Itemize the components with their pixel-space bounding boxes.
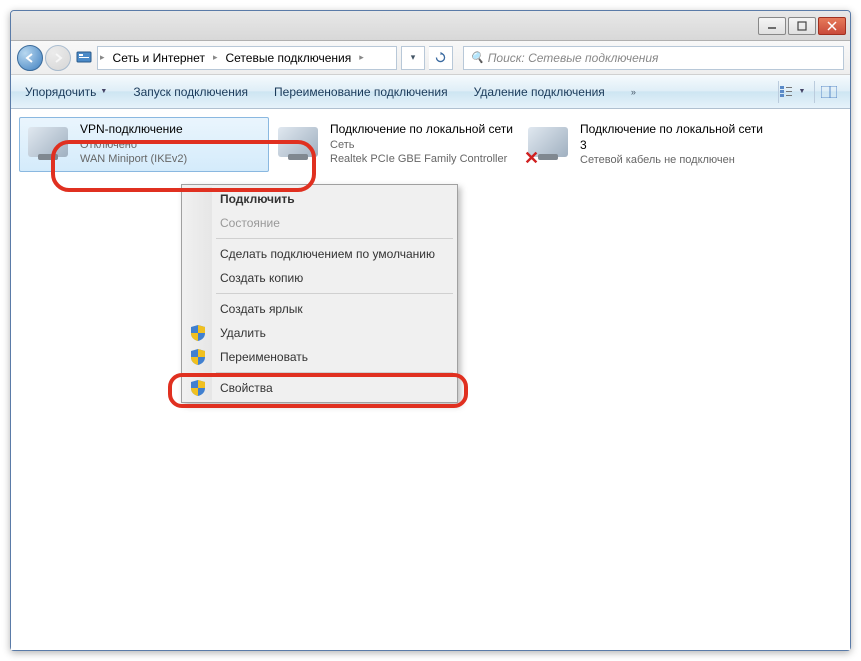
connection-title: Подключение по локальной сети [330,122,513,138]
nav-buttons [17,45,71,71]
shield-icon [191,349,205,365]
back-button[interactable] [17,45,43,71]
refresh-button[interactable] [429,46,453,70]
navbar: ▸ Сеть и Интернет ▸ Сетевые подключения … [11,41,850,75]
chevron-down-icon: ▼ [100,88,107,95]
menu-set-default[interactable]: Сделать подключением по умолчанию [184,242,455,266]
breadcrumb[interactable]: ▸ Сеть и Интернет ▸ Сетевые подключения … [97,46,397,70]
connection-title: Подключение по локальной сети 3 [580,122,764,153]
close-button[interactable] [818,17,846,35]
start-connection-button[interactable]: Запуск подключения [127,81,254,103]
network-adapter-icon: ✕ [524,122,572,162]
chevron-down-icon: ▼ [799,88,806,95]
connection-status: Сетевой кабель не подключен [580,153,764,167]
toolbar: Упорядочить ▼ Запуск подключения Переиме… [11,75,850,109]
menu-properties[interactable]: Свойства [184,376,455,400]
connection-list: VPN-подключение Отключено WAN Miniport (… [19,117,842,172]
search-input[interactable]: 🔍 Поиск: Сетевые подключения [463,46,844,70]
network-adapter-icon [274,122,322,162]
chevron-right-icon: ▸ [357,52,366,63]
connection-item-vpn[interactable]: VPN-подключение Отключено WAN Miniport (… [19,117,269,172]
breadcrumb-item[interactable]: Сетевые подключения [219,51,357,65]
chevron-right-icon: ▸ [98,52,107,63]
connection-status: Отключено [80,138,187,152]
view-options-button[interactable]: ▼ [778,81,806,103]
preview-pane-button[interactable] [814,81,842,103]
breadcrumb-item[interactable]: Сеть и Интернет [107,51,211,65]
context-menu: Подключить Состояние Сделать подключение… [181,184,458,403]
menu-separator [216,293,453,294]
search-placeholder: Поиск: Сетевые подключения [488,51,659,65]
menu-separator [216,238,453,239]
menu-delete[interactable]: Удалить [184,321,455,345]
menu-separator [216,372,453,373]
chevron-right-icon: ▸ [211,52,220,63]
menu-connect[interactable]: Подключить [184,187,455,211]
search-icon: 🔍 [470,51,484,64]
connection-item-lan3[interactable]: ✕ Подключение по локальной сети 3 Сетево… [519,117,769,172]
connection-device: Realtek PCIe GBE Family Controller [330,152,513,166]
maximize-button[interactable] [788,17,816,35]
rename-connection-button[interactable]: Переименование подключения [268,81,454,103]
control-panel-icon [75,49,93,67]
explorer-window: ▸ Сеть и Интернет ▸ Сетевые подключения … [10,10,851,651]
shield-icon [191,325,205,341]
connection-status: Сеть [330,138,513,152]
organize-menu[interactable]: Упорядочить ▼ [19,81,113,103]
network-adapter-icon [24,122,72,162]
delete-connection-button[interactable]: Удаление подключения [468,81,611,103]
forward-button[interactable] [45,45,71,71]
menu-rename[interactable]: Переименовать [184,345,455,369]
connection-title: VPN-подключение [80,122,187,138]
minimize-button[interactable] [758,17,786,35]
menu-status: Состояние [184,211,455,235]
more-commands[interactable]: » [625,83,642,101]
disconnected-icon: ✕ [524,148,540,164]
shield-icon [191,380,205,396]
menu-create-shortcut[interactable]: Создать ярлык [184,297,455,321]
titlebar [11,11,850,41]
connection-device: WAN Miniport (IKEv2) [80,152,187,166]
menu-create-copy[interactable]: Создать копию [184,266,455,290]
connection-item-lan[interactable]: Подключение по локальной сети Сеть Realt… [269,117,519,172]
breadcrumb-history-dropdown[interactable]: ▾ [401,46,425,70]
